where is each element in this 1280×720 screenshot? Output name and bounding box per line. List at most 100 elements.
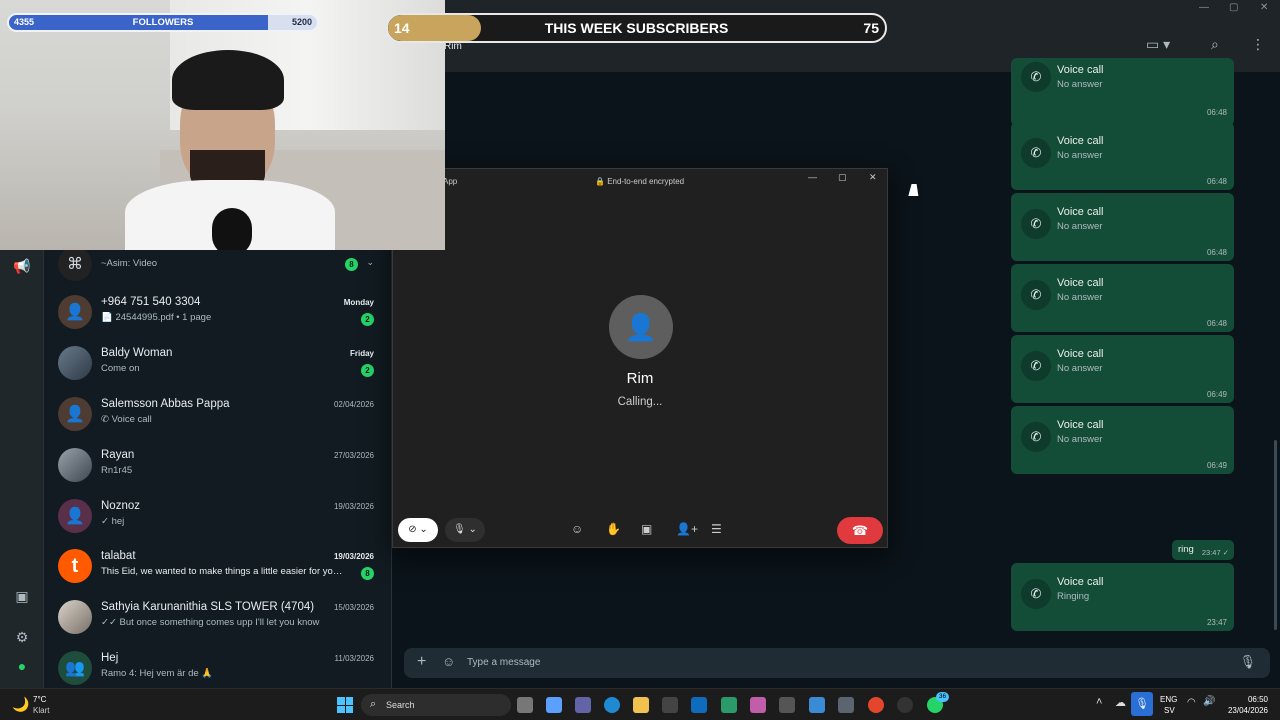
screen-share-icon[interactable]: ▣ xyxy=(641,522,652,536)
scrollbar[interactable] xyxy=(1274,440,1277,630)
chat-item[interactable]: Sathyia Karunanithia SLS TOWER (4704) ✓✓… xyxy=(44,593,392,643)
clock-time[interactable]: 06:50 xyxy=(1248,695,1268,704)
chat-item[interactable]: Baldy Woman Come on Friday 2 xyxy=(44,339,392,389)
chat-preview: Come on xyxy=(101,363,140,374)
message-time: 23:47 xyxy=(1206,618,1227,627)
weather-icon[interactable]: 🌙 xyxy=(12,696,29,713)
call-message[interactable]: ✆ Voice call No answer 06:49 xyxy=(1011,406,1234,474)
outlook-icon[interactable] xyxy=(691,697,707,713)
missed-call-icon: ✆ xyxy=(1021,422,1051,452)
call-message[interactable]: ✆ Voice call No answer 06:48 xyxy=(1011,193,1234,261)
subscribers-goal-bar: 14 THIS WEEK SUBSCRIBERS 75 xyxy=(386,13,887,43)
tray-mic-icon[interactable]: 🎙 xyxy=(1131,692,1153,716)
call-minimize-icon[interactable]: — xyxy=(808,172,817,182)
channels-icon[interactable]: 📢 xyxy=(12,256,32,276)
windows-logo-tile xyxy=(345,697,353,705)
photos-icon[interactable] xyxy=(809,697,825,713)
add-participant-icon[interactable]: 👤+ xyxy=(676,522,698,536)
weather-desc: Klart xyxy=(33,706,50,715)
chat-item[interactable]: 👤 Noznoz ✓ hej 19/03/2026 xyxy=(44,492,392,542)
maximize-icon[interactable]: ▢ xyxy=(1229,2,1238,13)
outgoing-call-icon: ✆ xyxy=(1021,579,1051,609)
microphone-icon[interactable]: 🎙 xyxy=(1239,654,1256,670)
profile-icon[interactable]: ● xyxy=(12,656,32,676)
call-status: No answer xyxy=(1057,150,1103,161)
chat-date: 27/03/2026 xyxy=(333,451,374,460)
message-input[interactable]: Type a message xyxy=(467,657,540,668)
windows-logo-tile xyxy=(337,697,345,705)
language-code[interactable]: ENG xyxy=(1160,695,1177,704)
chevron-down-icon[interactable]: ⌄ xyxy=(366,257,374,268)
call-message[interactable]: ✆ Voice call No answer 06:48 xyxy=(1011,122,1234,190)
video-call-icon[interactable]: ▭ ▾ xyxy=(1146,36,1170,53)
teams-icon[interactable] xyxy=(575,697,591,713)
call-title: Voice call xyxy=(1057,277,1104,289)
keyboard-layout[interactable]: SV xyxy=(1164,706,1175,715)
edge-icon[interactable] xyxy=(604,697,620,713)
followers-goal: 5200 xyxy=(291,17,312,27)
app-icon[interactable] xyxy=(721,697,737,713)
emoji-reaction-icon[interactable]: ☺ xyxy=(571,522,583,536)
search-icon[interactable]: ⌕ xyxy=(1211,36,1219,53)
wifi-icon[interactable]: ◠ xyxy=(1187,697,1196,708)
taskbar-search[interactable]: ⌕ Search xyxy=(361,694,511,716)
call-status: No answer xyxy=(1057,363,1103,374)
chat-preview: 📄 24544995.pdf • 1 page xyxy=(101,312,212,323)
sticker-icon[interactable]: ☺ xyxy=(442,654,455,669)
attach-icon[interactable]: + xyxy=(417,653,426,671)
message-composer: + ☺ Type a message 🎙 xyxy=(404,648,1270,678)
call-title: Voice call xyxy=(1057,419,1104,431)
end-call-button[interactable]: ☎ xyxy=(837,517,883,544)
call-maximize-icon[interactable]: ▢ xyxy=(838,172,847,183)
minimize-icon[interactable]: — xyxy=(1199,2,1209,13)
avatar: 👤 xyxy=(58,499,92,533)
app-icon[interactable] xyxy=(838,697,854,713)
avatar xyxy=(58,346,92,380)
chat-item[interactable]: 👥 Hej Ramo 4: Hej vem är de 🙏 11/03/2026 xyxy=(44,644,392,694)
chat-item[interactable]: Rayan Rn1r45 27/03/2026 xyxy=(44,441,392,491)
chat-item[interactable]: 👤 Salemsson Abbas Pappa ✆ Voice call 02/… xyxy=(44,390,392,440)
camera-toggle-button[interactable]: ⊘ ⌄ xyxy=(398,518,438,542)
menu-icon[interactable]: ⋮ xyxy=(1251,36,1265,53)
chat-date: 11/03/2026 xyxy=(334,654,374,663)
call-status: No answer xyxy=(1057,221,1103,232)
call-close-icon[interactable]: ✕ xyxy=(869,172,877,183)
m365-icon[interactable] xyxy=(750,697,766,713)
file-explorer-icon[interactable] xyxy=(633,697,649,713)
app-icon[interactable] xyxy=(897,697,913,713)
chat-name: Hej xyxy=(101,652,119,664)
call-message[interactable]: ✆ Voice call No answer 06:49 xyxy=(1011,335,1234,403)
chat-date: Friday xyxy=(349,349,374,358)
raise-hand-icon[interactable]: ✋ xyxy=(606,522,621,536)
media-icon[interactable]: ▣ xyxy=(12,586,32,606)
chat-item[interactable]: t talabat This Eid, we wanted to make th… xyxy=(44,542,392,592)
chrome-icon[interactable] xyxy=(868,697,884,713)
avatar xyxy=(58,448,92,482)
task-view-icon[interactable] xyxy=(517,697,533,713)
call-message[interactable]: ✆ Voice call No answer 06:48 xyxy=(1011,58,1234,126)
text-message[interactable]: ring 23:47 ✓ xyxy=(1172,540,1234,560)
close-icon[interactable]: ✕ xyxy=(1260,2,1268,13)
unread-badge: 8 xyxy=(361,567,374,580)
missed-call-icon: ✆ xyxy=(1021,138,1051,168)
settings-icon[interactable]: ⚙ xyxy=(12,627,32,647)
group-avatar: ⌘ xyxy=(58,247,92,281)
subscribers-label: THIS WEEK SUBSCRIBERS xyxy=(544,20,729,36)
tray-app-icon[interactable]: ☁ xyxy=(1115,696,1126,709)
mic-toggle-button[interactable]: 🎙 ⌄ xyxy=(445,518,485,542)
store-icon[interactable] xyxy=(662,697,678,713)
start-button[interactable] xyxy=(337,697,353,713)
followers-label: FOLLOWERS xyxy=(132,17,194,28)
copilot-icon[interactable] xyxy=(546,697,562,713)
webcam-feed xyxy=(0,0,445,250)
message-time: 23:47 ✓ xyxy=(1201,548,1229,557)
call-message[interactable]: ✆ Voice call No answer 06:48 xyxy=(1011,264,1234,332)
clock-date[interactable]: 23/04/2026 xyxy=(1228,706,1268,715)
volume-icon[interactable]: 🔊 xyxy=(1203,696,1215,707)
chat-item[interactable]: 👤 +964 751 540 3304 📄 24544995.pdf • 1 p… xyxy=(44,288,392,338)
chat-date: 19/03/2026 xyxy=(333,502,374,511)
call-menu-icon[interactable]: ☰ xyxy=(711,522,722,536)
tray-chevron-icon[interactable]: ˄ xyxy=(1096,696,1102,708)
app-icon[interactable] xyxy=(779,697,795,713)
call-message[interactable]: ✆ Voice call Ringing 23:47 xyxy=(1011,563,1234,631)
